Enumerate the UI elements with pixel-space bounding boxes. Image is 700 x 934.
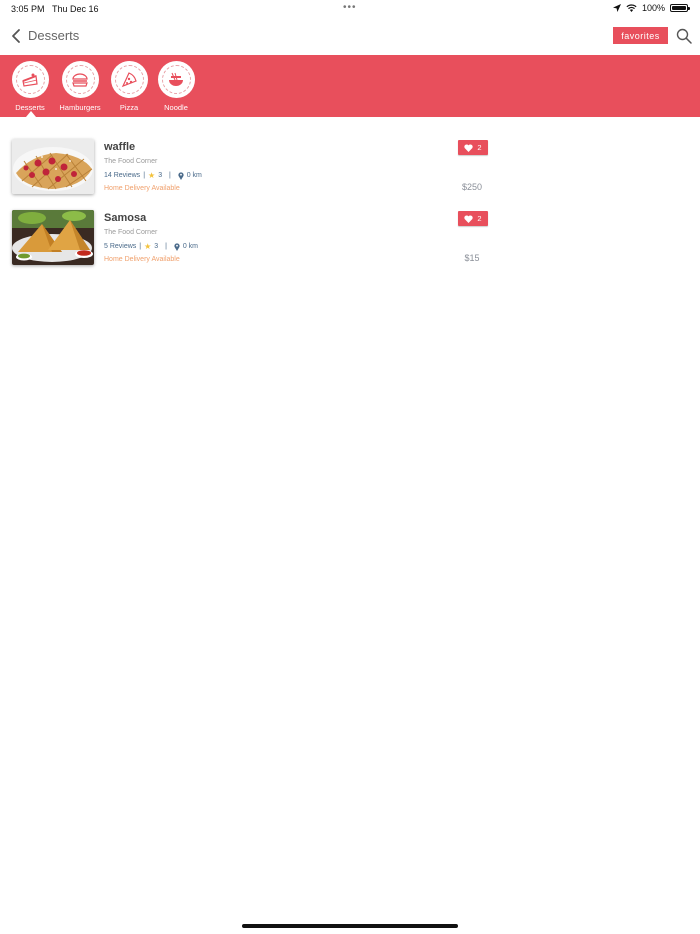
back-chevron-icon[interactable] — [10, 28, 24, 44]
item-meta: 14 Reviews | ★ 3 | 0 km — [104, 171, 202, 180]
item-reviews: 5 Reviews — [104, 243, 137, 250]
category-label: Pizza — [119, 103, 139, 112]
home-indicator[interactable] — [242, 924, 458, 928]
category-desserts[interactable]: Desserts — [6, 61, 54, 112]
star-icon: ★ — [148, 171, 156, 180]
hamburger-icon — [72, 72, 88, 87]
item-price: $250 — [461, 182, 483, 192]
item-rating: 3 — [158, 172, 163, 179]
status-bar: 3:05 PM Thu Dec 16 ••• 100% — [0, 0, 700, 18]
wifi-icon — [626, 4, 637, 12]
multitasking-dots-icon[interactable]: ••• — [343, 2, 357, 13]
category-bar: Desserts Hamburgers Pizza Noodle — [0, 55, 700, 117]
heart-icon — [464, 143, 474, 152]
map-pin-icon — [174, 242, 180, 251]
item-name[interactable]: Samosa — [104, 212, 146, 224]
item-name[interactable]: waffle — [104, 141, 135, 153]
like-button[interactable]: 2 — [458, 211, 488, 226]
item-reviews: 14 Reviews — [104, 172, 141, 179]
item-price: $15 — [464, 253, 480, 263]
status-time: 3:05 PM — [11, 4, 45, 14]
list-item[interactable]: Samosa The Food Corner 5 Reviews | ★ 3 |… — [0, 210, 700, 270]
selected-category-pointer — [26, 111, 36, 117]
cake-icon — [22, 73, 38, 87]
category-label: Noodle — [164, 103, 188, 112]
favorites-button[interactable]: favorites — [613, 27, 668, 44]
category-label: Hamburgers — [59, 103, 101, 112]
category-noodle[interactable]: Noodle — [152, 61, 200, 112]
item-vendor: The Food Corner — [104, 158, 158, 165]
page-title: Desserts — [28, 28, 80, 43]
search-icon[interactable] — [676, 28, 692, 44]
item-delivery-status: Home Delivery Available — [104, 256, 180, 263]
samosa-photo[interactable] — [12, 210, 94, 265]
item-rating: 3 — [154, 243, 159, 250]
status-date: Thu Dec 16 — [52, 4, 99, 14]
like-button[interactable]: 2 — [458, 140, 488, 155]
location-arrow-icon — [612, 4, 621, 12]
item-distance: 0 km — [186, 172, 202, 179]
category-pizza[interactable]: Pizza — [105, 61, 153, 112]
like-count: 2 — [477, 143, 482, 152]
item-delivery-status: Home Delivery Available — [104, 185, 180, 192]
pizza-icon — [121, 71, 137, 87]
noodle-icon — [169, 72, 183, 86]
item-distance: 0 km — [182, 243, 198, 250]
battery-percent: 100% — [641, 3, 665, 13]
map-pin-icon — [178, 171, 184, 180]
nav-header: Desserts favorites — [0, 18, 700, 55]
heart-icon — [464, 214, 474, 223]
status-indicators: 100% — [612, 3, 690, 13]
like-count: 2 — [477, 214, 482, 223]
item-vendor: The Food Corner — [104, 229, 158, 236]
category-hamburgers[interactable]: Hamburgers — [56, 61, 104, 112]
star-icon: ★ — [144, 242, 152, 251]
battery-icon — [670, 4, 690, 12]
waffle-photo[interactable] — [12, 139, 94, 194]
list-item[interactable]: waffle The Food Corner 14 Reviews | ★ 3 … — [0, 139, 700, 199]
item-meta: 5 Reviews | ★ 3 | 0 km — [104, 242, 198, 251]
